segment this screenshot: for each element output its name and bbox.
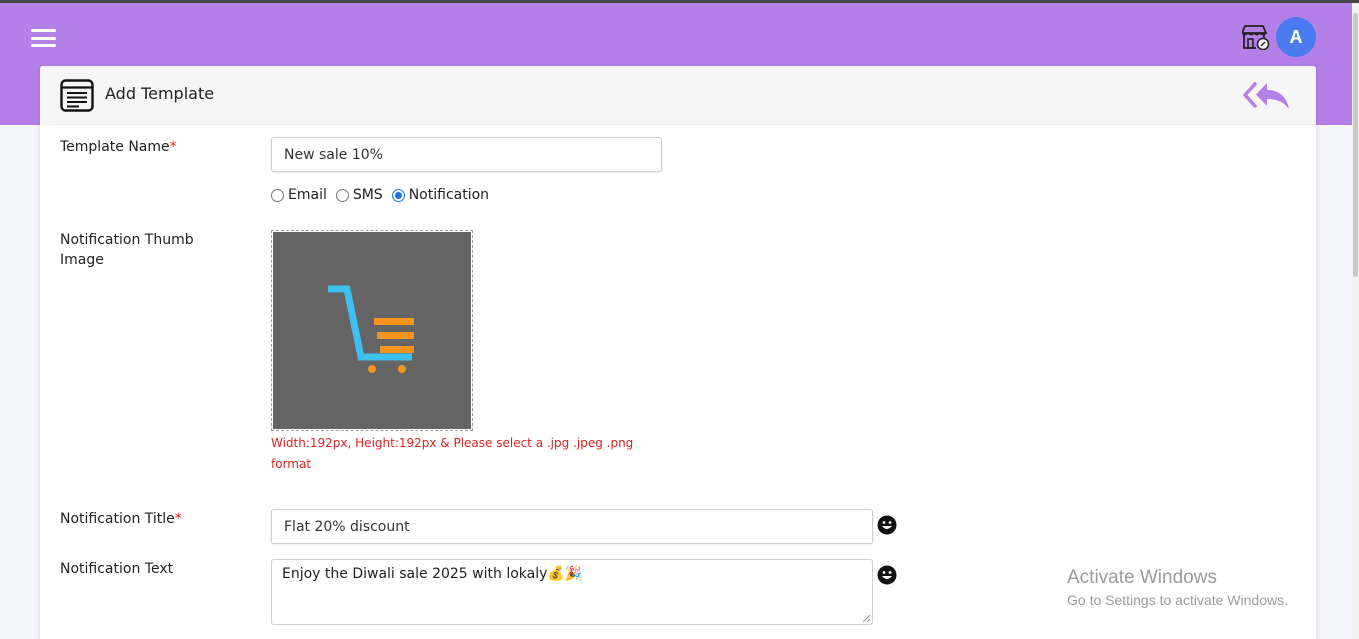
thumb-image-preview [273, 232, 471, 429]
notification-title-input[interactable]: Flat 20% discount [271, 509, 873, 544]
smiley-emoji-icon[interactable] [877, 565, 897, 585]
windows-activation-watermark: Activate Windows Go to Settings to activ… [1067, 567, 1288, 608]
page-scrollbar[interactable] [1352, 3, 1359, 639]
template-type-radio-group: Email SMS Notification [271, 187, 498, 203]
store-icon[interactable] [1242, 24, 1270, 50]
radio-sms-circle[interactable] [335, 188, 349, 202]
template-icon [60, 79, 94, 112]
smiley-emoji-icon[interactable] [877, 515, 897, 535]
radio-email[interactable]: Email [271, 187, 327, 203]
page-title: Add Template [105, 84, 215, 103]
notification-title-label: Notification Title* [60, 511, 182, 527]
radio-email-circle[interactable] [271, 188, 284, 202]
resize-handle-icon[interactable] [862, 614, 870, 622]
scrollbar-thumb[interactable] [1353, 13, 1358, 277]
add-template-card: Add Template Template Name* New sale 10%… [40, 66, 1316, 639]
template-name-input[interactable]: New sale 10% [271, 137, 662, 172]
shopping-cart-icon [328, 285, 414, 373]
back-reply-all-icon[interactable] [1243, 81, 1293, 111]
thumb-image-upload[interactable] [271, 230, 473, 431]
card-header: Add Template [40, 66, 1316, 125]
radio-notification-circle[interactable] [391, 188, 405, 202]
thumb-image-hint: Width:192px, Height:192px & Please selec… [271, 436, 634, 471]
radio-notification[interactable]: Notification [391, 187, 489, 203]
radio-sms[interactable]: SMS [335, 187, 383, 203]
user-avatar[interactable]: A [1276, 17, 1316, 57]
notification-text-textarea[interactable]: Enjoy the Diwali sale 2025 with lokaly💰🎉 [271, 559, 873, 625]
template-name-label: Template Name* [60, 139, 177, 155]
notification-text-label: Notification Text [60, 561, 174, 577]
thumb-image-label: Notification Thumb Image [60, 232, 194, 268]
hamburger-menu-icon[interactable] [31, 29, 56, 47]
